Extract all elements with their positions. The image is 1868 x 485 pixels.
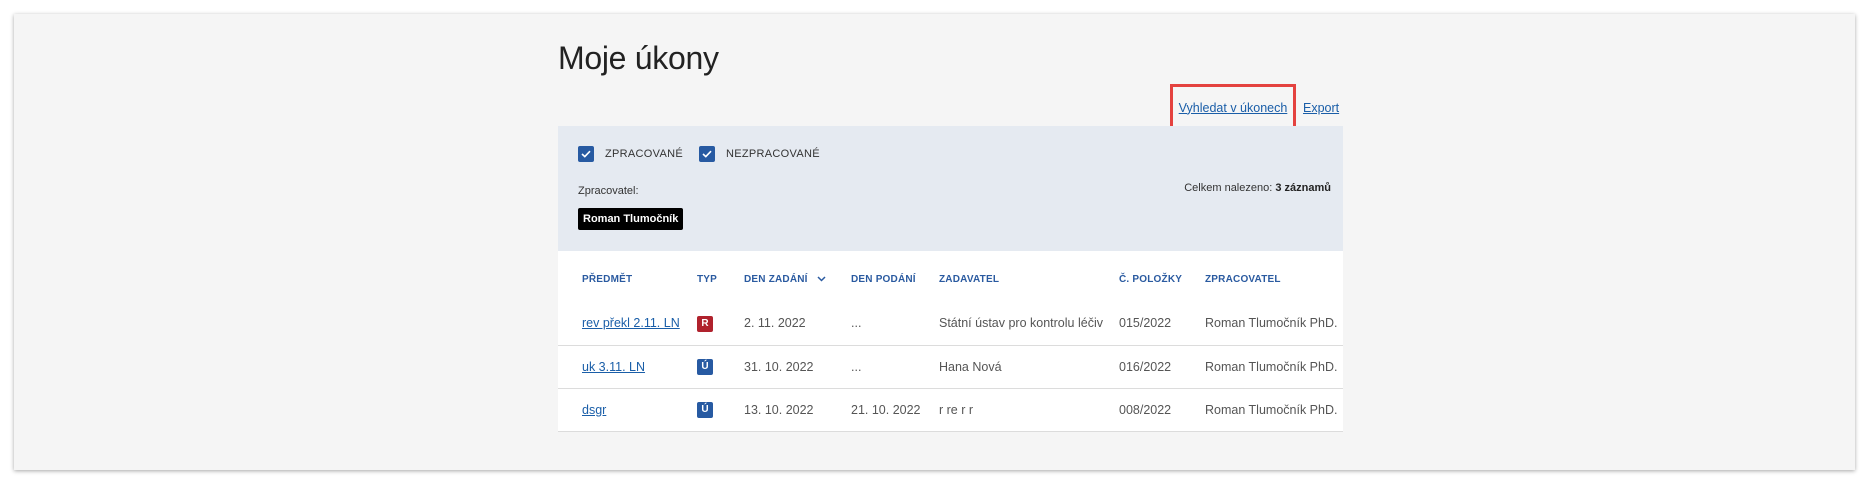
status-filters: ZPRACOVANÉ NEZPRACOVANÉ (578, 146, 836, 162)
processed-checkbox[interactable] (578, 146, 594, 162)
filter-unprocessed[interactable]: NEZPRACOVANÉ (698, 146, 820, 162)
results-count-value: 3 záznamů (1275, 182, 1331, 194)
table-row[interactable]: dsgr Ú 13. 10. 2022 21. 10. 2022 r re r … (558, 388, 1343, 432)
type-badge: Ú (697, 359, 713, 375)
header-type[interactable]: TYP (697, 251, 744, 302)
search-link-highlight: Vyhledat v úkonech (1170, 84, 1296, 131)
type-badge: Ú (697, 402, 713, 418)
submitted-date: ... (851, 345, 939, 389)
chevron-down-icon[interactable] (817, 276, 826, 282)
export-link[interactable]: Export (1303, 100, 1339, 116)
unprocessed-checkbox[interactable] (698, 146, 715, 162)
processor: Roman Tlumočník PhD. (1205, 345, 1343, 389)
processor-label: Zpracovatel: (578, 185, 639, 197)
subject-link[interactable]: dsgr (582, 403, 606, 417)
item-number: 015/2022 (1119, 302, 1205, 346)
item-number: 008/2022 (1119, 388, 1205, 432)
submitted-date: ... (851, 302, 939, 346)
filter-panel: ZPRACOVANÉ NEZPRACOVANÉ Zpracovatel: Rom… (558, 126, 1343, 251)
client: Státní ústav pro kontrolu léčiv (939, 302, 1119, 346)
header-subject[interactable]: PŘEDMĚT (558, 251, 697, 302)
filter-processed[interactable]: ZPRACOVANÉ (578, 146, 683, 162)
tasks-table: PŘEDMĚT TYP DEN ZADÁNÍ DEN PODÁNÍ ZADAVA… (558, 251, 1343, 432)
header-processor[interactable]: ZPRACOVATEL (1205, 251, 1343, 302)
header-item-number[interactable]: Č. POLOŽKY (1119, 251, 1205, 302)
results-count-prefix: Celkem nalezeno: (1184, 182, 1273, 194)
check-icon (702, 150, 712, 158)
subject-link[interactable]: rev překl 2.11. LN (582, 316, 680, 330)
header-submitted-date[interactable]: DEN PODÁNÍ (851, 251, 939, 302)
search-in-tasks-link[interactable]: Vyhledat v úkonech (1179, 101, 1288, 115)
processor: Roman Tlumočník PhD. (1205, 302, 1343, 346)
table-row[interactable]: uk 3.11. LN Ú 31. 10. 2022 ... Hana Nová… (558, 345, 1343, 389)
client: r re r r (939, 388, 1119, 432)
subject-link[interactable]: uk 3.11. LN (582, 360, 645, 374)
item-number: 016/2022 (1119, 345, 1205, 389)
processor: Roman Tlumočník PhD. (1205, 388, 1343, 432)
processor-chip[interactable]: Roman Tlumočník (578, 208, 684, 230)
table-header-row: PŘEDMĚT TYP DEN ZADÁNÍ DEN PODÁNÍ ZADAVA… (558, 251, 1343, 302)
assigned-date: 31. 10. 2022 (744, 345, 851, 389)
check-icon (581, 150, 591, 158)
page-title: Moje úkony (558, 40, 719, 76)
table-row[interactable]: rev překl 2.11. LN R 2. 11. 2022 ... Stá… (558, 302, 1343, 346)
header-assigned-date[interactable]: DEN ZADÁNÍ (744, 251, 851, 302)
assigned-date: 2. 11. 2022 (744, 302, 851, 346)
client: Hana Nová (939, 345, 1119, 389)
processed-label: ZPRACOVANÉ (605, 148, 683, 160)
assigned-date: 13. 10. 2022 (744, 388, 851, 432)
results-count: Celkem nalezeno: 3 záznamů (1184, 182, 1331, 194)
unprocessed-label: NEZPRACOVANÉ (725, 148, 820, 160)
header-assigned-date-label: DEN ZADÁNÍ (744, 274, 808, 285)
type-badge: R (697, 315, 713, 332)
header-client[interactable]: ZADAVATEL (939, 251, 1119, 302)
submitted-date: 21. 10. 2022 (851, 388, 939, 432)
